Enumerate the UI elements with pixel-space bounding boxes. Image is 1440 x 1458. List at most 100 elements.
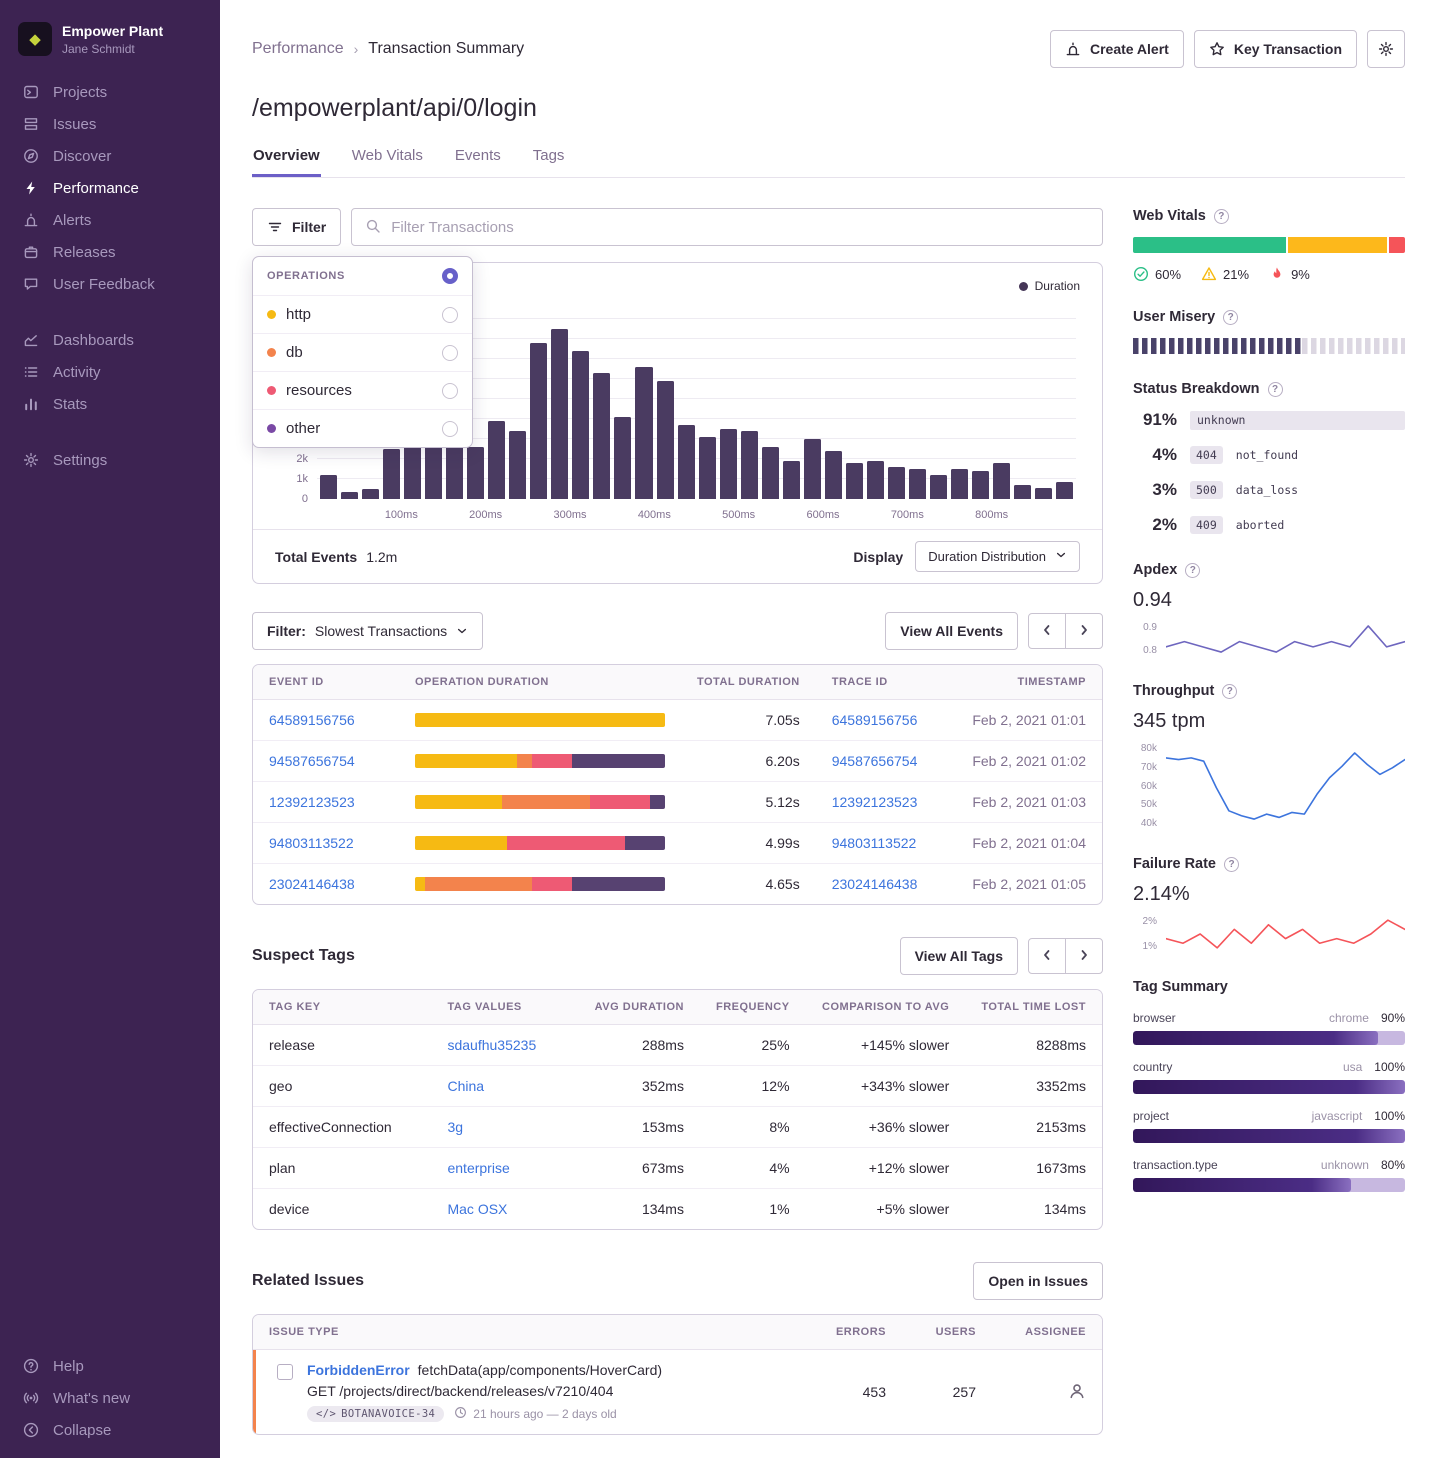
- histogram-bar[interactable]: [1035, 488, 1052, 499]
- operation-option-http[interactable]: http: [253, 295, 472, 333]
- tab-web-vitals[interactable]: Web Vitals: [351, 147, 424, 177]
- tag-value-link[interactable]: 3g: [447, 1119, 463, 1135]
- sidebar-item-projects[interactable]: Projects: [0, 76, 220, 108]
- histogram-bar[interactable]: [699, 437, 716, 499]
- sidebar-item-what-s-new[interactable]: What's new: [0, 1382, 220, 1414]
- issue-row[interactable]: ForbiddenErrorfetchData(app/components/H…: [253, 1350, 1102, 1435]
- trace-id-link[interactable]: 12392123523: [832, 794, 918, 810]
- other-radio[interactable]: [442, 421, 458, 437]
- sidebar-item-user-feedback[interactable]: User Feedback: [0, 268, 220, 300]
- histogram-bar[interactable]: [678, 425, 695, 499]
- tag-value-link[interactable]: enterprise: [447, 1160, 509, 1176]
- operation-option-db[interactable]: db: [253, 333, 472, 371]
- histogram-bar[interactable]: [825, 451, 842, 499]
- histogram-bar[interactable]: [383, 449, 400, 499]
- histogram-bar[interactable]: [635, 367, 652, 499]
- sidebar-item-performance[interactable]: Performance: [0, 172, 220, 204]
- issue-checkbox[interactable]: [277, 1364, 293, 1380]
- histogram-bar[interactable]: [951, 469, 968, 499]
- failure-rate-help-icon[interactable]: ?: [1224, 857, 1239, 872]
- histogram-bar[interactable]: [867, 461, 884, 499]
- tab-overview[interactable]: Overview: [252, 147, 321, 177]
- event-id-link[interactable]: 12392123523: [269, 794, 355, 810]
- histogram-bar[interactable]: [783, 461, 800, 499]
- trace-id-link[interactable]: 94803113522: [832, 835, 917, 851]
- db-radio[interactable]: [442, 345, 458, 361]
- histogram-bar[interactable]: [425, 443, 442, 499]
- view-all-events-button[interactable]: View All Events: [885, 612, 1018, 650]
- open-in-issues-button[interactable]: Open in Issues: [973, 1262, 1103, 1300]
- events-next-button[interactable]: [1065, 613, 1103, 649]
- histogram-bar[interactable]: [404, 445, 421, 499]
- histogram-bar[interactable]: [657, 381, 674, 499]
- histogram-bar[interactable]: [551, 329, 568, 499]
- key-transaction-button[interactable]: Key Transaction: [1194, 30, 1357, 68]
- issue-type-link[interactable]: ForbiddenError: [307, 1362, 410, 1378]
- user-misery-help-icon[interactable]: ?: [1223, 310, 1238, 325]
- sidebar-item-dashboards[interactable]: Dashboards: [0, 324, 220, 356]
- tag-value-link[interactable]: China: [447, 1078, 484, 1094]
- histogram-bar[interactable]: [614, 417, 631, 499]
- event-id-link[interactable]: 64589156756: [269, 712, 355, 728]
- histogram-bar[interactable]: [1014, 485, 1031, 499]
- org-switcher[interactable]: ◆ Empower Plant Jane Schmidt: [0, 12, 220, 76]
- slowest-transactions-filter[interactable]: Filter: Slowest Transactions: [252, 612, 483, 650]
- tab-events[interactable]: Events: [454, 147, 502, 177]
- operations-all-radio[interactable]: [442, 268, 458, 284]
- histogram-bar[interactable]: [509, 431, 526, 499]
- histogram-bar[interactable]: [467, 447, 484, 499]
- histogram-bar[interactable]: [488, 421, 505, 499]
- histogram-bar[interactable]: [593, 373, 610, 499]
- filter-button[interactable]: Filter: [252, 208, 341, 246]
- histogram-bar[interactable]: [530, 343, 547, 499]
- sidebar-item-help[interactable]: Help: [0, 1350, 220, 1382]
- sidebar-item-discover[interactable]: Discover: [0, 140, 220, 172]
- histogram-bar[interactable]: [909, 469, 926, 499]
- histogram-bar[interactable]: [362, 489, 379, 499]
- sidebar-item-activity[interactable]: Activity: [0, 356, 220, 388]
- tags-prev-button[interactable]: [1028, 938, 1066, 974]
- histogram-bar[interactable]: [930, 475, 947, 499]
- web-vitals-help-icon[interactable]: ?: [1214, 209, 1229, 224]
- histogram-bar[interactable]: [720, 429, 737, 499]
- sidebar-item-alerts[interactable]: Alerts: [0, 204, 220, 236]
- trace-id-link[interactable]: 64589156756: [832, 712, 918, 728]
- histogram-bar[interactable]: [993, 463, 1010, 499]
- search-input[interactable]: [391, 219, 1089, 236]
- histogram-bar[interactable]: [341, 492, 358, 499]
- event-id-link[interactable]: 94803113522: [269, 835, 354, 851]
- operation-option-resources[interactable]: resources: [253, 371, 472, 409]
- sidebar-item-stats[interactable]: Stats: [0, 388, 220, 420]
- histogram-bar[interactable]: [804, 439, 821, 499]
- view-all-tags-button[interactable]: View All Tags: [900, 937, 1018, 975]
- sidebar-item-collapse[interactable]: Collapse: [0, 1414, 220, 1446]
- event-id-link[interactable]: 23024146438: [269, 876, 355, 892]
- issue-short-id-badge[interactable]: </>BOTANAVOICE-34: [307, 1406, 444, 1422]
- resources-radio[interactable]: [442, 383, 458, 399]
- create-alert-button[interactable]: Create Alert: [1050, 30, 1184, 68]
- apdex-help-icon[interactable]: ?: [1185, 563, 1200, 578]
- status-breakdown-help-icon[interactable]: ?: [1268, 382, 1283, 397]
- event-id-link[interactable]: 94587656754: [269, 753, 355, 769]
- tag-value-link[interactable]: sdaufhu35235: [447, 1037, 536, 1053]
- histogram-bar[interactable]: [320, 475, 337, 499]
- histogram-bar[interactable]: [972, 471, 989, 499]
- histogram-bar[interactable]: [1056, 482, 1073, 499]
- events-prev-button[interactable]: [1028, 613, 1066, 649]
- operation-option-other[interactable]: other: [253, 409, 472, 447]
- sidebar-item-releases[interactable]: Releases: [0, 236, 220, 268]
- sidebar-item-settings[interactable]: Settings: [0, 444, 220, 476]
- sidebar-item-issues[interactable]: Issues: [0, 108, 220, 140]
- tags-next-button[interactable]: [1065, 938, 1103, 974]
- histogram-bar[interactable]: [846, 463, 863, 499]
- transaction-settings-button[interactable]: [1367, 30, 1405, 68]
- display-select[interactable]: Duration Distribution: [915, 541, 1080, 572]
- breadcrumb-performance[interactable]: Performance: [252, 40, 344, 58]
- histogram-bar[interactable]: [741, 431, 758, 499]
- tag-value-link[interactable]: Mac OSX: [447, 1201, 507, 1217]
- histogram-bar[interactable]: [888, 467, 905, 499]
- assignee-icon[interactable]: [1068, 1382, 1086, 1400]
- histogram-bar[interactable]: [762, 447, 779, 499]
- histogram-bar[interactable]: [572, 351, 589, 499]
- http-radio[interactable]: [442, 307, 458, 323]
